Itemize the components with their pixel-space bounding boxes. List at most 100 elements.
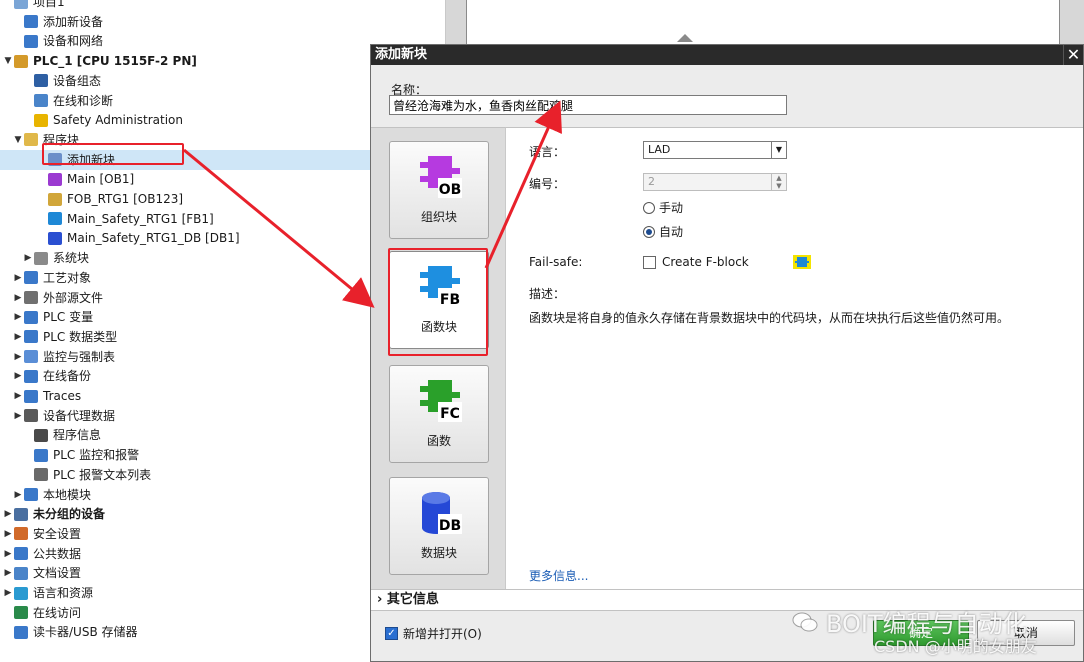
add-and-open-label: 新增并打开(O) <box>403 627 482 641</box>
plc-tag-icon <box>24 310 38 324</box>
tree-item-label: 在线备份 <box>43 369 92 384</box>
dialog-title: 添加新块 <box>371 45 1083 65</box>
radio-circle[interactable] <box>643 201 655 214</box>
language-select[interactable]: LAD ▼ <box>643 141 787 159</box>
tree-item[interactable]: 添加新设备 <box>0 12 445 32</box>
expand-right-icon[interactable]: ▶ <box>12 332 24 342</box>
tree-item-label: Traces <box>43 389 82 403</box>
tree-item-label: PLC 变量 <box>43 310 94 325</box>
close-button[interactable]: ✕ <box>1063 45 1083 65</box>
tree-item-label: 读卡器/USB 存储器 <box>33 625 138 640</box>
tree-item-label: 本地模块 <box>43 487 92 502</box>
system-block-icon <box>34 251 48 265</box>
online-access-icon <box>14 606 28 620</box>
tree-item-label: 未分组的设备 <box>33 507 106 522</box>
fb-icon <box>48 212 62 226</box>
failsafe-label: Fail-safe: <box>529 255 583 269</box>
tree-item-label: 安全设置 <box>33 526 82 541</box>
expand-right-icon[interactable]: ▶ <box>12 371 24 381</box>
checkbox-box[interactable] <box>643 255 656 269</box>
tree-item-label: 添加新设备 <box>43 14 104 29</box>
local-module-icon <box>24 488 38 501</box>
block-type-label: 函数 <box>426 434 451 448</box>
expand-right-icon[interactable]: ▶ <box>2 568 14 578</box>
watermark-sub: CSDN @小明的女朋友 <box>874 637 1037 656</box>
text-list-icon <box>34 468 48 482</box>
tree-item-label: 监控与强制表 <box>43 349 116 364</box>
expand-right-icon[interactable]: ▶ <box>2 588 14 598</box>
data-type-icon <box>24 330 38 344</box>
tree-item-label: 设备组态 <box>53 73 102 88</box>
block-name-input[interactable] <box>389 95 787 115</box>
create-fblock-label: Create F-block <box>662 255 749 269</box>
tree-item-label: 语言和资源 <box>33 586 94 600</box>
block-type-label: 组织块 <box>420 210 457 224</box>
more-info-link[interactable]: 更多信息... <box>529 567 588 584</box>
tree-item-label: 工艺对象 <box>43 270 92 285</box>
network-icon <box>24 34 38 48</box>
tree-item-label: 项目1 <box>33 0 65 9</box>
highlight-add-block <box>42 143 184 165</box>
block-type-ob-button[interactable]: OB 组织块 <box>389 141 489 239</box>
tree-item-label: Safety Administration <box>53 113 184 128</box>
tree-item-label: 系统块 <box>53 251 90 266</box>
backup-icon <box>24 369 38 383</box>
expand-right-icon[interactable]: ▶ <box>12 293 24 303</box>
tree-item-label: FOB_RTG1 [OB123] <box>67 192 184 206</box>
radio-auto[interactable]: 自动 <box>643 223 683 240</box>
radio-circle-selected[interactable] <box>643 225 655 238</box>
tree-item[interactable]: 项目1 <box>0 0 445 12</box>
radio-manual[interactable]: 手动 <box>643 199 683 216</box>
expand-right-icon[interactable]: ▶ <box>2 549 14 559</box>
language-value: LAD <box>648 143 671 156</box>
tree-item-label: 程序信息 <box>53 428 102 443</box>
expand-right-icon[interactable]: ▶ <box>12 490 24 500</box>
svg-text:FC: FC <box>440 406 460 422</box>
tree-item-label: 文档设置 <box>33 566 82 581</box>
add-and-open-checkbox[interactable]: ✓ 新增并打开(O) <box>385 625 482 642</box>
fblock-icon <box>793 255 811 269</box>
watch-table-icon <box>24 350 38 364</box>
db-icon <box>48 231 62 245</box>
description-text: 函数块是将自身的值永久存储在背景数据块中的代码块，从而在块执行后这些值仍然可用。 <box>529 311 1010 325</box>
chevron-down-icon[interactable]: ▼ <box>771 142 786 158</box>
doc-settings-icon <box>14 566 28 580</box>
ungrouped-icon <box>14 507 28 521</box>
expand-right-icon[interactable]: ▶ <box>12 391 24 401</box>
block-type-label: 数据块 <box>420 546 457 560</box>
tree-item-label: Main_Safety_RTG1 [FB1] <box>67 211 214 226</box>
plc-icon <box>14 54 28 68</box>
device-config-icon <box>34 74 48 88</box>
expand-right-icon[interactable]: ▶ <box>12 352 24 362</box>
create-fblock-checkbox[interactable]: Create F-block <box>643 255 749 269</box>
expand-right-icon[interactable]: ▶ <box>22 253 34 263</box>
tree-item-label: 公共数据 <box>33 546 82 561</box>
number-spinner-icon[interactable]: ▲ ▼ <box>771 174 786 190</box>
db-block-icon: DB <box>422 492 462 534</box>
tree-item-label: 在线访问 <box>33 605 82 620</box>
tree-item-label: PLC 报警文本列表 <box>53 467 152 482</box>
block-number-input[interactable]: 2 ▲ ▼ <box>643 173 787 191</box>
svg-text:DB: DB <box>439 518 461 534</box>
expand-right-icon[interactable]: ▶ <box>12 273 24 283</box>
other-info-label: 其它信息 <box>386 592 439 607</box>
expand-down-icon[interactable]: ▼ <box>2 56 14 66</box>
expand-right-icon[interactable]: ▶ <box>2 529 14 539</box>
tree-item-label: Main [OB1] <box>67 172 135 187</box>
diagnostics-icon <box>34 94 48 107</box>
expand-right-icon[interactable]: ▶ <box>12 411 24 421</box>
checkmark-icon[interactable]: ✓ <box>385 627 398 640</box>
ob-icon <box>48 172 62 186</box>
tree-item-label: PLC 监控和报警 <box>53 448 140 463</box>
usb-icon <box>14 625 28 639</box>
tree-item-label: Main_Safety_RTG1_DB [DB1] <box>67 231 240 246</box>
collapse-arrow-icon[interactable] <box>675 32 695 44</box>
safety-icon <box>34 113 48 127</box>
expand-right-icon[interactable]: ▶ <box>2 509 14 519</box>
project-icon <box>14 0 28 9</box>
expand-right-icon[interactable]: ▶ <box>12 312 24 322</box>
block-type-db-button[interactable]: DB 数据块 <box>389 477 489 575</box>
expand-down-icon[interactable]: ▼ <box>12 135 24 145</box>
block-type-fc-button[interactable]: FC 函数 <box>389 365 489 463</box>
common-data-icon <box>14 547 28 561</box>
